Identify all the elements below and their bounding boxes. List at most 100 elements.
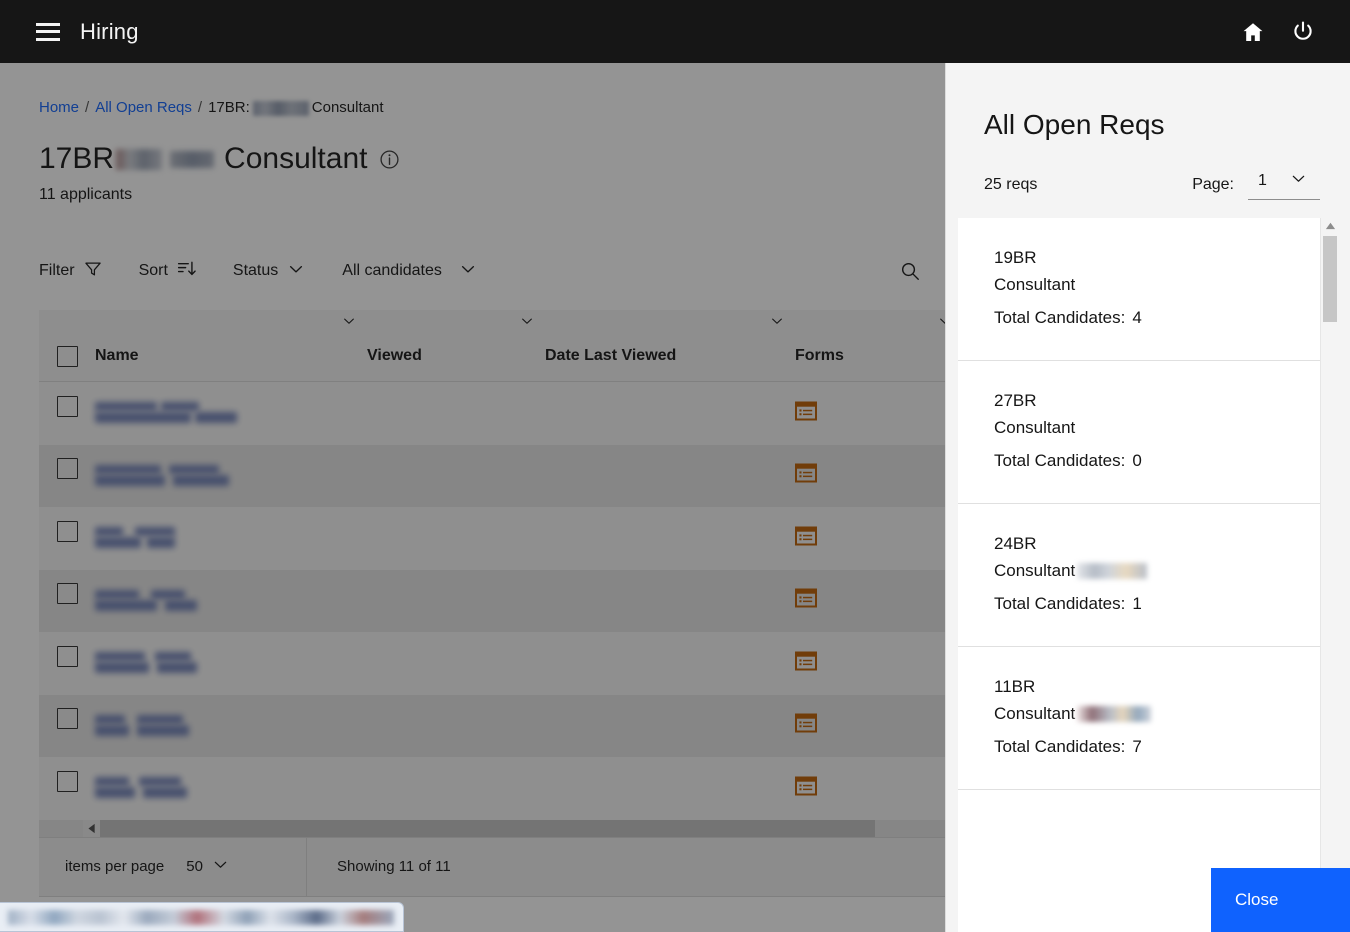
row-checkbox[interactable] <box>56 770 78 792</box>
row-checkbox[interactable] <box>56 458 78 480</box>
form-list-icon[interactable] <box>795 776 817 801</box>
form-list-icon[interactable] <box>795 401 817 426</box>
table-row[interactable] <box>39 382 945 445</box>
row-checkbox[interactable] <box>56 583 78 605</box>
top-bar-actions <box>1240 19 1316 45</box>
redaction-block <box>139 777 181 787</box>
forms-cell[interactable] <box>795 507 945 570</box>
items-per-page-control[interactable]: items per page 50 <box>39 837 307 896</box>
applicant-name-cell[interactable] <box>95 382 367 445</box>
total-candidates-value: 7 <box>1132 737 1142 756</box>
breadcrumb-separator: / <box>197 99 203 116</box>
redaction-block <box>155 652 191 662</box>
forms-cell[interactable] <box>795 382 945 445</box>
redaction-block <box>169 464 219 474</box>
req-card[interactable]: 11BR Consultant Total Candidates: 7 <box>958 647 1320 790</box>
req-card[interactable]: 19BR Consultant Total Candidates: 4 <box>958 218 1320 361</box>
req-role: Consultant <box>994 275 1076 294</box>
redaction-block <box>95 714 125 724</box>
table-header-row: Name Viewed Date Last Viewed Forms <box>39 310 950 382</box>
horizontal-scrollbar-thumb[interactable] <box>100 819 875 837</box>
status-dropdown[interactable]: Status <box>233 259 306 284</box>
home-icon[interactable] <box>1240 19 1266 45</box>
req-role: Consultant <box>994 418 1076 437</box>
vertical-scrollbar-thumb[interactable] <box>1323 236 1337 322</box>
chevron-down-icon[interactable] <box>519 313 535 334</box>
page-dropdown[interactable]: 1 <box>1248 169 1320 200</box>
forms-cell[interactable] <box>795 695 945 758</box>
date-last-viewed-cell <box>545 632 795 695</box>
chevron-down-icon[interactable] <box>211 855 230 878</box>
triangle-up-icon[interactable] <box>1321 218 1338 234</box>
req-total-candidates: Total Candidates: 7 <box>994 733 1300 760</box>
applicant-name-cell[interactable] <box>95 570 367 633</box>
column-header-forms[interactable]: Forms <box>795 318 950 381</box>
applicant-name-cell[interactable] <box>95 632 367 695</box>
total-candidates-value: 4 <box>1132 308 1142 327</box>
req-id: 27BR <box>994 391 1037 410</box>
sort-descending-icon <box>176 258 197 284</box>
row-checkbox[interactable] <box>56 395 78 417</box>
chevron-down-icon[interactable] <box>341 313 357 334</box>
status-label: Status <box>232 262 279 279</box>
viewed-cell <box>367 695 545 758</box>
total-candidates-value: 0 <box>1132 451 1142 470</box>
breadcrumb-all-open-reqs[interactable]: All Open Reqs <box>95 99 192 116</box>
form-list-icon[interactable] <box>795 651 817 676</box>
chevron-down-icon[interactable] <box>769 313 785 334</box>
redaction-block <box>195 412 237 424</box>
table-row[interactable] <box>39 632 945 695</box>
horizontal-scrollbar[interactable] <box>39 819 945 837</box>
app-root: Hiring Home / All Open Reqs / 17BR: Consultan… <box>0 0 1350 932</box>
column-header-viewed[interactable]: Viewed <box>367 318 545 381</box>
row-checkbox[interactable] <box>56 520 78 542</box>
redaction-block <box>95 412 191 424</box>
applicant-name-cell[interactable] <box>95 507 367 570</box>
form-list-icon[interactable] <box>795 713 817 738</box>
row-checkbox[interactable] <box>56 645 78 667</box>
table-row[interactable] <box>39 444 945 508</box>
table-row[interactable] <box>39 569 945 633</box>
select-all-checkbox[interactable] <box>56 346 78 367</box>
column-header-date-last-viewed[interactable]: Date Last Viewed <box>545 318 795 381</box>
info-icon[interactable] <box>379 149 400 170</box>
hamburger-menu-icon[interactable] <box>36 22 60 41</box>
applicant-name-cell[interactable] <box>95 695 367 758</box>
applicant-name-cell[interactable] <box>95 445 367 508</box>
browser-status-bar <box>0 902 404 932</box>
power-icon[interactable] <box>1290 19 1316 45</box>
items-per-page-label: items per page <box>65 858 165 875</box>
applicant-name-cell[interactable] <box>95 757 367 820</box>
viewed-cell <box>367 757 545 820</box>
redacted-applicant-name <box>95 398 295 428</box>
search-icon[interactable] <box>899 260 921 282</box>
redacted-title-part-1 <box>116 148 163 170</box>
forms-cell[interactable] <box>795 632 945 695</box>
forms-cell[interactable] <box>795 757 945 820</box>
scroll-left-arrow-icon[interactable] <box>83 819 100 837</box>
vertical-scrollbar[interactable] <box>1320 218 1338 932</box>
table-row[interactable] <box>39 757 945 820</box>
forms-cell[interactable] <box>795 570 945 633</box>
column-header-name[interactable]: Name <box>95 318 367 381</box>
viewed-cell <box>367 382 545 445</box>
sort-button[interactable]: Sort <box>139 258 197 284</box>
row-checkbox[interactable] <box>56 708 78 730</box>
close-button[interactable]: Close <box>1211 868 1350 932</box>
req-role-line: Consultant <box>994 414 1300 441</box>
form-list-icon[interactable] <box>795 463 817 488</box>
applicants-table: Name Viewed Date Last Viewed Forms items… <box>39 310 950 897</box>
filter-button[interactable]: Filter <box>39 259 103 284</box>
row-checkbox-cell <box>39 757 95 820</box>
table-row[interactable] <box>39 694 945 758</box>
forms-cell[interactable] <box>795 445 945 508</box>
all-candidates-dropdown[interactable]: All candidates <box>342 259 478 284</box>
req-card[interactable]: 24BR Consultant Total Candidates: 1 <box>958 504 1320 647</box>
form-list-icon[interactable] <box>795 588 817 613</box>
all-open-reqs-panel: All Open Reqs 25 reqs Page: 1 19BR Consul… <box>945 63 1350 932</box>
table-row[interactable] <box>39 507 945 570</box>
chevron-down-icon <box>1289 169 1308 193</box>
breadcrumb-home[interactable]: Home <box>39 99 79 116</box>
form-list-icon[interactable] <box>795 526 817 551</box>
req-card[interactable]: 27BR Consultant Total Candidates: 0 <box>958 361 1320 504</box>
